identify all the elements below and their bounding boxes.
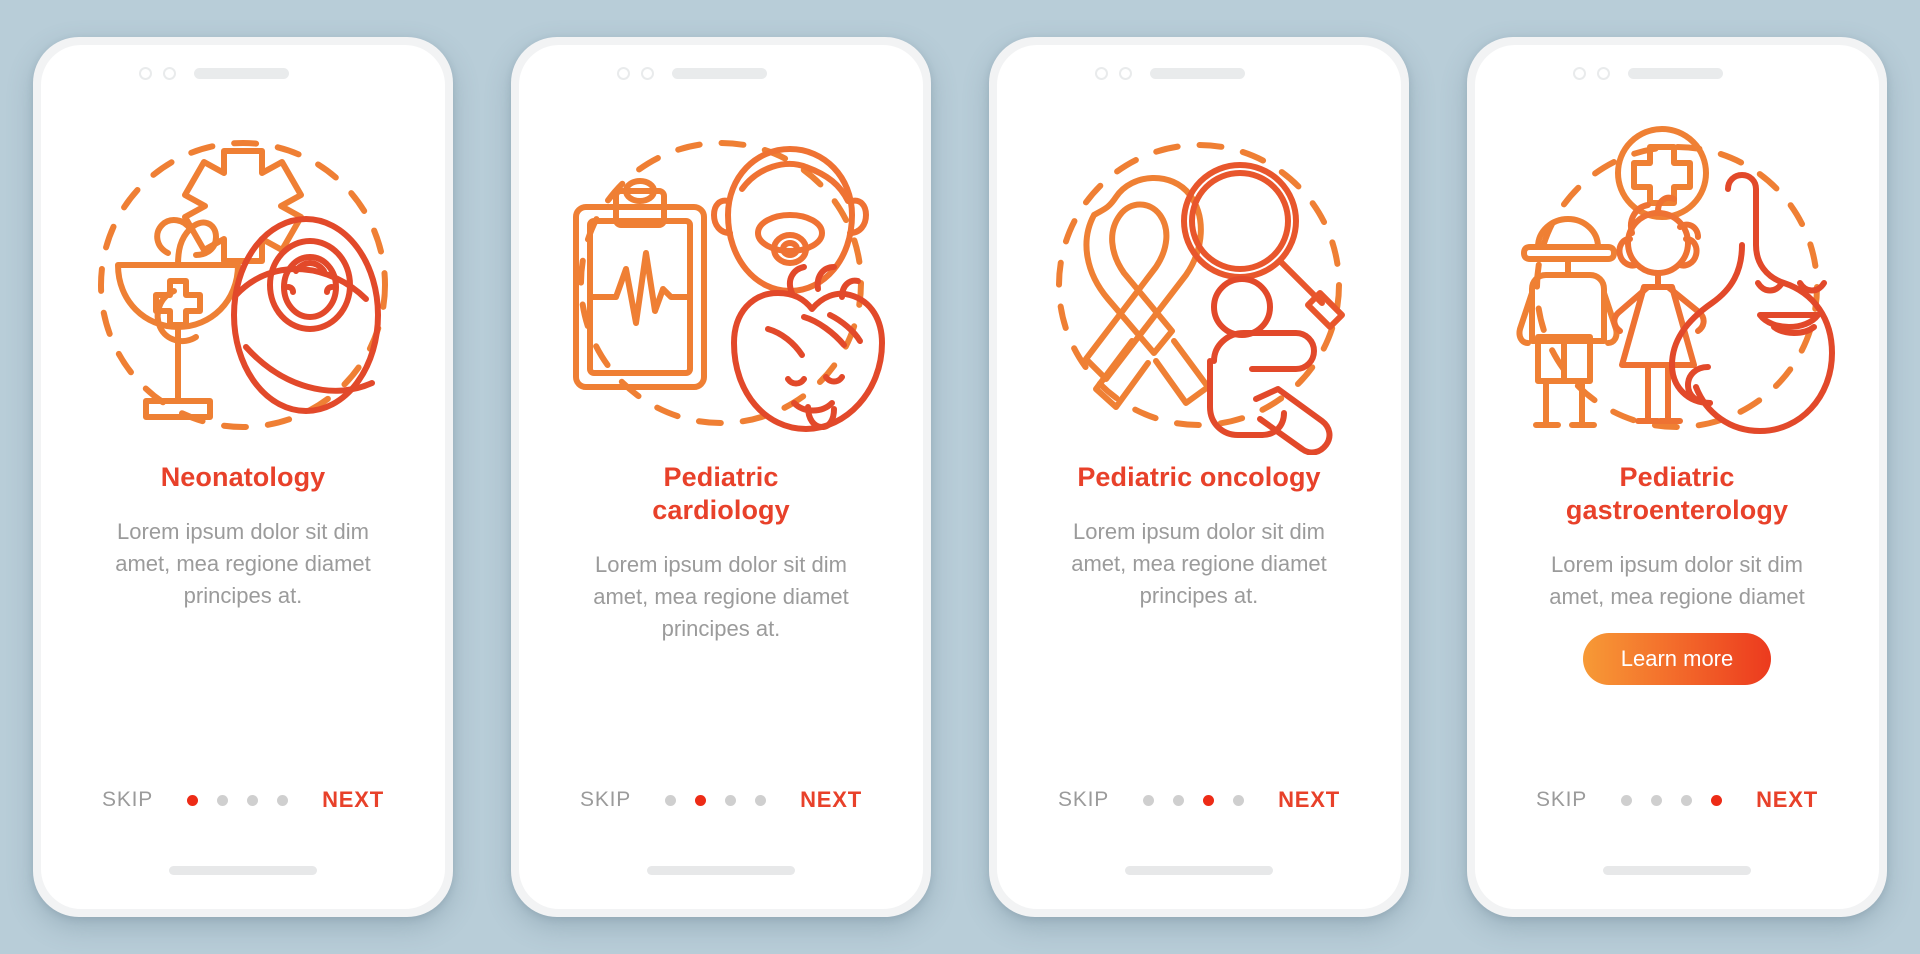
page-description: Lorem ipsum dolor sit dim amet, mea regi… — [593, 551, 849, 642]
pediatric-gastroenterology-icon — [1512, 115, 1842, 455]
screen-pediatric-oncology: Pediatric oncology Lorem ipsum dolor sit… — [997, 45, 1401, 909]
camera-icon — [1095, 66, 1108, 80]
next-button[interactable]: NEXT — [1756, 787, 1818, 813]
onboarding-screens-stage: Neonatology Lorem ipsum dolor sit dim am… — [0, 0, 1920, 954]
next-button[interactable]: NEXT — [1278, 787, 1340, 813]
speaker-grill — [194, 67, 289, 79]
camera-icon — [139, 66, 152, 80]
home-indicator[interactable] — [1125, 866, 1273, 875]
camera-icon — [1573, 66, 1586, 80]
sensor-icon — [163, 66, 176, 80]
neonatology-icon — [78, 115, 408, 455]
onboarding-nav: SKIP NEXT — [997, 787, 1401, 813]
pagination-dot-2[interactable] — [1651, 794, 1663, 806]
pagination-dot-2[interactable] — [1173, 794, 1185, 806]
pagination-dot-4[interactable] — [1233, 794, 1245, 806]
phone-notch — [519, 45, 923, 101]
next-button[interactable]: NEXT — [800, 787, 862, 813]
camera-icon — [617, 66, 630, 80]
phone-frame-pediatric-gastroenterology: Pediatric gastroenterology Lorem ipsum d… — [1467, 37, 1887, 917]
pagination-dots — [1143, 794, 1245, 806]
page-title: Pediatric gastroenterology — [1565, 462, 1789, 525]
pagination-dot-3[interactable] — [725, 794, 737, 806]
pagination-dot-1[interactable] — [1143, 794, 1155, 806]
pagination-dot-1[interactable] — [665, 794, 677, 806]
phone-frame-neonatology: Neonatology Lorem ipsum dolor sit dim am… — [33, 37, 453, 917]
pagination-dot-2[interactable] — [695, 794, 707, 806]
skip-button[interactable]: SKIP — [1536, 788, 1587, 812]
home-indicator[interactable] — [169, 866, 317, 875]
skip-button[interactable]: SKIP — [580, 788, 631, 812]
screen-neonatology: Neonatology Lorem ipsum dolor sit dim am… — [41, 45, 445, 909]
screen-pediatric-gastroenterology: Pediatric gastroenterology Lorem ipsum d… — [1475, 45, 1879, 909]
pagination-dot-3[interactable] — [1203, 794, 1215, 806]
screen-pediatric-cardiology: Pediatric cardiology Lorem ipsum dolor s… — [519, 45, 923, 909]
page-description: Lorem ipsum dolor sit dim amet, mea regi… — [1071, 518, 1327, 609]
page-description: Lorem ipsum dolor sit dim amet, mea regi… — [115, 518, 371, 609]
page-title: Pediatric cardiology — [652, 462, 790, 525]
learn-more-button[interactable]: Learn more — [1582, 633, 1772, 686]
phone-frame-pediatric-cardiology: Pediatric cardiology Lorem ipsum dolor s… — [511, 37, 931, 917]
sensor-icon — [641, 66, 654, 80]
sensor-icon — [1597, 66, 1610, 80]
cta-container: Learn more — [1582, 633, 1772, 686]
pagination-dot-4[interactable] — [1711, 794, 1723, 806]
speaker-grill — [1628, 67, 1723, 79]
pagination-dots — [1621, 794, 1723, 806]
home-indicator[interactable] — [647, 866, 795, 875]
page-title: Neonatology — [160, 462, 326, 492]
sensor-icon — [1119, 66, 1132, 80]
skip-button[interactable]: SKIP — [102, 788, 153, 812]
pagination-dots — [665, 794, 767, 806]
pagination-dot-1[interactable] — [187, 794, 199, 806]
pediatric-cardiology-icon — [556, 115, 886, 455]
pagination-dot-2[interactable] — [217, 794, 229, 806]
phone-notch — [1475, 45, 1879, 101]
home-indicator[interactable] — [1603, 866, 1751, 875]
pagination-dot-3[interactable] — [247, 794, 259, 806]
skip-button[interactable]: SKIP — [1058, 788, 1109, 812]
next-button[interactable]: NEXT — [322, 787, 384, 813]
pagination-dot-4[interactable] — [277, 794, 289, 806]
pagination-dot-4[interactable] — [755, 794, 767, 806]
speaker-grill — [1150, 67, 1245, 79]
onboarding-nav: SKIP NEXT — [41, 787, 445, 813]
onboarding-nav: SKIP NEXT — [1475, 787, 1879, 813]
page-description: Lorem ipsum dolor sit dim amet, mea regi… — [1549, 551, 1805, 609]
onboarding-nav: SKIP NEXT — [519, 787, 923, 813]
phone-notch — [997, 45, 1401, 101]
pediatric-oncology-icon — [1034, 115, 1364, 455]
pagination-dot-1[interactable] — [1621, 794, 1633, 806]
pagination-dots — [187, 794, 289, 806]
phone-frame-pediatric-oncology: Pediatric oncology Lorem ipsum dolor sit… — [989, 37, 1409, 917]
page-title: Pediatric oncology — [1077, 462, 1321, 492]
speaker-grill — [672, 67, 767, 79]
pagination-dot-3[interactable] — [1681, 794, 1693, 806]
phone-notch — [41, 45, 445, 101]
